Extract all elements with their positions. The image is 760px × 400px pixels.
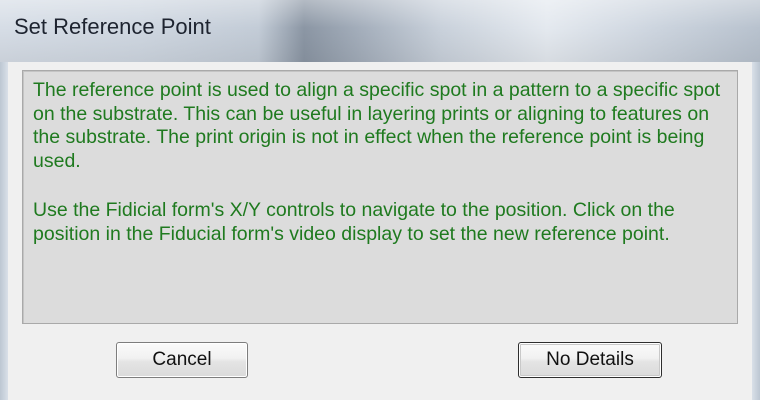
no-details-button[interactable]: No Details <box>518 342 662 378</box>
window-frame-left <box>0 62 8 400</box>
window-title: Set Reference Point <box>14 14 211 39</box>
cancel-button[interactable]: Cancel <box>116 342 248 378</box>
set-reference-point-dialog: Set Reference Point The reference point … <box>0 0 760 400</box>
message-panel: The reference point is used to align a s… <box>22 70 738 324</box>
dialog-client-area: The reference point is used to align a s… <box>8 62 752 400</box>
message-paragraph-2: Use the Fidicial form's X/Y controls to … <box>33 199 675 245</box>
title-bar[interactable]: Set Reference Point <box>0 0 760 63</box>
message-paragraph-1: The reference point is used to align a s… <box>33 79 721 172</box>
window-frame-right <box>752 62 760 400</box>
